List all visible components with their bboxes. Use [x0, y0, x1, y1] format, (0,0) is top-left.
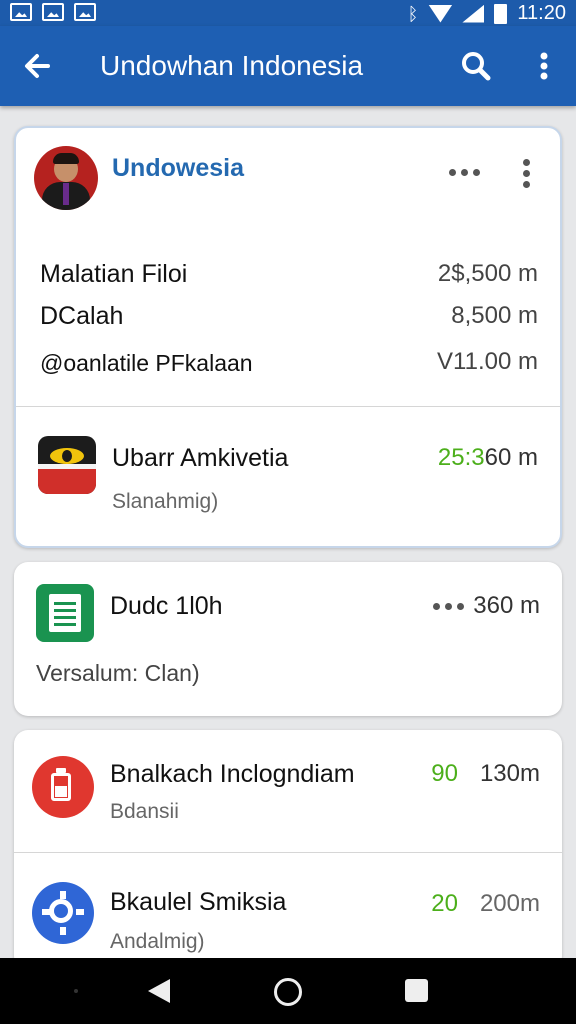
flag-icon: [38, 436, 96, 494]
more-horiz-icon[interactable]: [438, 160, 490, 184]
app-bar: Undowhan Indonesia: [0, 26, 576, 106]
list-card[interactable]: Dudc 1l0h 360 m Versalum: Clan): [14, 562, 562, 716]
list-item-title[interactable]: Ubarr Amkivetia: [112, 444, 288, 473]
list-item-value: 130m: [479, 760, 540, 787]
list-card[interactable]: Bnalkach Inclogndiam Bdansii 90 130m Bka…: [14, 730, 562, 970]
list-item-value: 200m: [479, 890, 540, 917]
list-item-subtitle: Andalmig): [110, 930, 205, 953]
list-item-subtitle: Slanahmig): [112, 490, 219, 513]
detail-value: 2$,500 m: [437, 260, 538, 287]
photo-icon: [42, 3, 64, 21]
list-item-badge: 20: [431, 890, 458, 917]
page-title: Undowhan Indonesia: [100, 50, 364, 81]
system-nav-bar: [0, 958, 576, 1024]
list-item-title[interactable]: Bkaulel Smiksia: [110, 888, 286, 917]
list-item-value-text: 60 m: [484, 444, 538, 471]
list-item-badge: 90: [431, 760, 458, 787]
detail-label: @oanlatile PFkalaan: [40, 350, 253, 376]
list-item-title[interactable]: Dudc 1l0h: [110, 592, 223, 621]
bluetooth-icon: ᛒ: [407, 3, 419, 24]
image-icon: [10, 3, 32, 21]
battery-icon: [494, 3, 508, 24]
detail-value: 8,500 m: [451, 302, 538, 329]
detail-value: V11.00 m: [437, 348, 538, 375]
card-menu-icon[interactable]: [512, 154, 540, 192]
list-item-title[interactable]: Bnalkach Inclogndiam: [110, 760, 355, 789]
more-horiz-icon[interactable]: [422, 594, 474, 618]
nav-home-icon[interactable]: [274, 978, 302, 1006]
gear-icon: [32, 882, 94, 944]
more-vert-icon[interactable]: [524, 46, 564, 86]
nav-back-icon[interactable]: [146, 977, 172, 1005]
wifi-icon: [428, 4, 453, 23]
list-item-value: 25:360 m: [438, 444, 538, 472]
account-name[interactable]: Undowesia: [112, 154, 244, 183]
nav-dot-icon: [74, 989, 78, 993]
account-card[interactable]: Undowesia Malatian Filoi 2$,500 m DCalah…: [14, 126, 562, 548]
list-item-value-green: 25:3: [437, 444, 485, 471]
list-item-subtitle: Bdansii: [110, 800, 179, 823]
list-item-value: 360 m: [473, 592, 540, 619]
divider: [16, 406, 560, 407]
nav-recents-icon[interactable]: [405, 979, 428, 1002]
divider: [14, 852, 562, 853]
avatar[interactable]: [34, 146, 98, 210]
detail-label: DCalah: [40, 302, 124, 330]
gallery-icon: [74, 3, 96, 21]
search-icon[interactable]: [456, 46, 496, 86]
list-item-subtitle: Versalum: Clan): [36, 660, 200, 686]
detail-label: Malatian Filoi: [40, 260, 188, 288]
battery-icon: [32, 756, 94, 818]
back-arrow-icon[interactable]: [18, 46, 58, 86]
spreadsheet-icon: [36, 584, 94, 642]
status-time: 11:20: [517, 2, 566, 24]
signal-icon: [462, 4, 485, 23]
status-bar: ᛒ 11:20: [0, 0, 576, 26]
